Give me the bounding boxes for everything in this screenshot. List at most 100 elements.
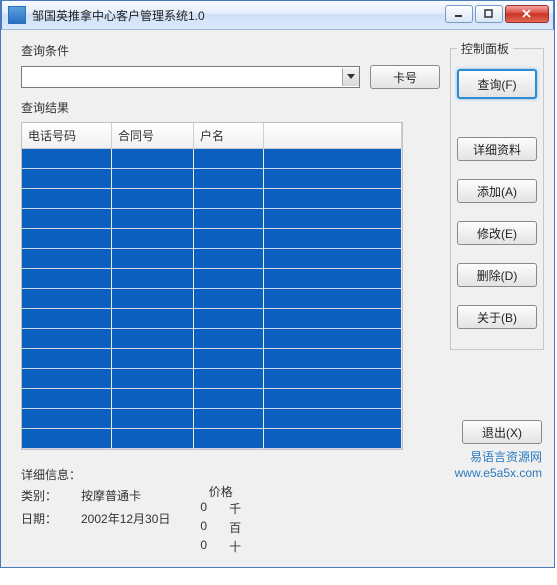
table-cell (194, 429, 264, 449)
app-window: 邹国英推拿中心客户管理系统1.0 查询条件 卡 (0, 0, 555, 568)
table-row[interactable] (22, 349, 402, 369)
window-title: 邹国英推拿中心客户管理系统1.0 (32, 7, 443, 24)
table-cell (194, 369, 264, 389)
table-row[interactable] (22, 189, 402, 209)
col-phone[interactable]: 电话号码 (22, 123, 112, 148)
price-bai-value: 0 (200, 519, 207, 536)
table-row[interactable] (22, 249, 402, 269)
table-cell (112, 189, 194, 209)
table-cell (22, 389, 112, 409)
details-section: 详细信息： 类别： 按摩普通卡 日期： 2002年12月30日 价格 (21, 466, 440, 559)
table-row[interactable] (22, 149, 402, 169)
table-cell (112, 349, 194, 369)
minimize-button[interactable] (445, 5, 473, 23)
date-value: 2002年12月30日 (81, 510, 170, 527)
table-cell (264, 389, 402, 409)
app-icon (8, 6, 26, 24)
table-cell (112, 209, 194, 229)
table-row[interactable] (22, 389, 402, 409)
table-cell (194, 389, 264, 409)
table-cell (22, 229, 112, 249)
table-cell (22, 329, 112, 349)
exit-button[interactable]: 退出(X) (462, 420, 542, 444)
table-cell (22, 349, 112, 369)
table-cell (264, 429, 402, 449)
card-number-button[interactable]: 卡号 (370, 65, 440, 89)
add-button[interactable]: 添加(A) (457, 179, 537, 203)
grid-header: 电话号码 合同号 户名 (22, 123, 402, 149)
control-panel: 控制面板 查询(F) 详细资料 添加(A) 修改(E) 删除(D) 关于(B) (450, 40, 544, 350)
detail-button[interactable]: 详细资料 (457, 137, 537, 161)
table-row[interactable] (22, 309, 402, 329)
table-row[interactable] (22, 269, 402, 289)
table-cell (112, 429, 194, 449)
table-cell (112, 329, 194, 349)
close-button[interactable] (505, 5, 549, 23)
details-heading: 详细信息： (21, 466, 440, 483)
watermark-line2: www.e5a5x.com (455, 466, 542, 482)
table-cell (22, 309, 112, 329)
table-cell (264, 289, 402, 309)
search-combo[interactable] (21, 66, 360, 88)
table-cell (264, 229, 402, 249)
table-row[interactable] (22, 169, 402, 189)
table-cell (112, 369, 194, 389)
delete-button[interactable]: 删除(D) (457, 263, 537, 287)
close-icon (522, 9, 532, 19)
price-shi-value: 0 (200, 538, 207, 555)
price-title: 价格 (200, 483, 241, 500)
search-section-label: 查询条件 (21, 42, 440, 59)
table-cell (112, 229, 194, 249)
search-input[interactable] (22, 68, 342, 86)
table-cell (194, 169, 264, 189)
table-cell (194, 149, 264, 169)
table-cell (22, 269, 112, 289)
table-row[interactable] (22, 289, 402, 309)
table-cell (22, 409, 112, 429)
table-cell (22, 429, 112, 449)
chevron-down-icon[interactable] (342, 68, 359, 86)
table-row[interactable] (22, 329, 402, 349)
table-cell (264, 209, 402, 229)
table-cell (22, 189, 112, 209)
watermark: 易语言资源网 www.e5a5x.com (455, 450, 542, 481)
right-column: 控制面板 查询(F) 详细资料 添加(A) 修改(E) 删除(D) 关于(B) … (450, 40, 542, 559)
col-spacer (264, 123, 402, 148)
table-cell (112, 149, 194, 169)
query-button[interactable]: 查询(F) (457, 69, 537, 99)
table-row[interactable] (22, 229, 402, 249)
type-label: 类别： (21, 487, 61, 504)
table-cell (264, 409, 402, 429)
results-grid[interactable]: 电话号码 合同号 户名 (21, 122, 403, 450)
table-row[interactable] (22, 369, 402, 389)
maximize-icon (484, 9, 494, 19)
titlebar[interactable]: 邹国英推拿中心客户管理系统1.0 (1, 0, 554, 30)
edit-button[interactable]: 修改(E) (457, 221, 537, 245)
table-cell (194, 309, 264, 329)
maximize-button[interactable] (475, 5, 503, 23)
table-cell (264, 169, 402, 189)
price-qian-value: 0 (200, 500, 207, 517)
table-cell (264, 369, 402, 389)
col-contract[interactable]: 合同号 (112, 123, 194, 148)
search-row: 卡号 (21, 65, 440, 89)
table-cell (194, 229, 264, 249)
table-cell (264, 309, 402, 329)
table-cell (194, 329, 264, 349)
table-cell (22, 169, 112, 189)
table-cell (22, 249, 112, 269)
table-cell (22, 369, 112, 389)
results-section-label: 查询结果 (21, 99, 440, 116)
table-cell (194, 409, 264, 429)
table-cell (194, 289, 264, 309)
table-cell (264, 249, 402, 269)
table-row[interactable] (22, 429, 402, 449)
table-row[interactable] (22, 209, 402, 229)
about-button[interactable]: 关于(B) (457, 305, 537, 329)
col-name[interactable]: 户名 (194, 123, 264, 148)
table-cell (194, 349, 264, 369)
client-area: 查询条件 卡号 查询结果 电话号码 合同号 户名 (1, 30, 554, 567)
table-row[interactable] (22, 409, 402, 429)
table-cell (112, 249, 194, 269)
grid-body (22, 149, 402, 449)
